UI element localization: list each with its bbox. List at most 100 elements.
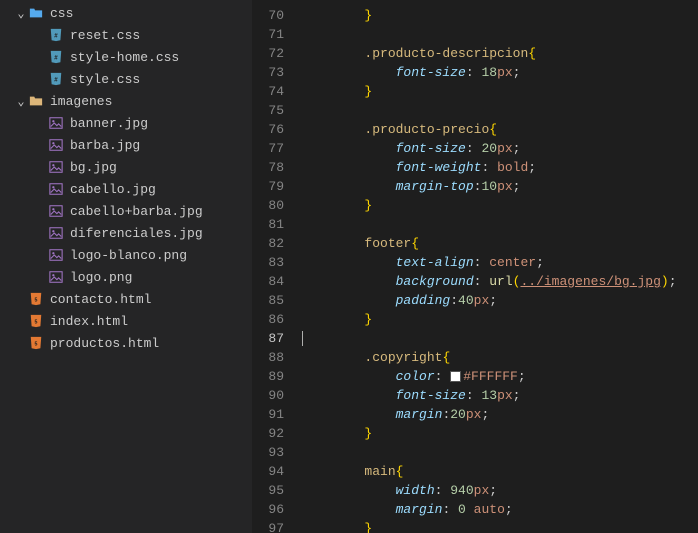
html-file-icon: 5: [28, 335, 44, 351]
file-index.html[interactable]: 5 index.html: [0, 310, 252, 332]
chevron-down-icon: ⌄: [14, 94, 28, 109]
file-style.css[interactable]: # style.css: [0, 68, 252, 90]
folder-icon: [28, 5, 44, 21]
code-line[interactable]: .copyright{: [302, 348, 698, 367]
code-line[interactable]: }: [302, 424, 698, 443]
line-number: 97: [252, 519, 284, 533]
code-line[interactable]: [302, 329, 698, 348]
line-number: 85: [252, 291, 284, 310]
line-number: 79: [252, 177, 284, 196]
tree-item-label: productos.html: [50, 336, 159, 351]
html-file-icon: 5: [28, 313, 44, 329]
line-number: 72: [252, 44, 284, 63]
line-number: 95: [252, 481, 284, 500]
line-number: 75: [252, 101, 284, 120]
css-file-icon: #: [48, 49, 64, 65]
tree-item-label: logo-blanco.png: [70, 248, 187, 263]
img-file-icon: [48, 203, 64, 219]
line-number: 89: [252, 367, 284, 386]
line-number: 74: [252, 82, 284, 101]
chevron-down-icon: ⌄: [14, 6, 28, 21]
file-banner.jpg[interactable]: banner.jpg: [0, 112, 252, 134]
img-file-icon: [48, 225, 64, 241]
code-line[interactable]: }: [302, 196, 698, 215]
code-line[interactable]: [302, 215, 698, 234]
line-number: 71: [252, 25, 284, 44]
code-line[interactable]: font-size: 13px;: [302, 386, 698, 405]
code-line[interactable]: font-weight: bold;: [302, 158, 698, 177]
line-number: 78: [252, 158, 284, 177]
line-number: 91: [252, 405, 284, 424]
code-line[interactable]: margin: 0 auto;: [302, 500, 698, 519]
line-number: 77: [252, 139, 284, 158]
code-line[interactable]: .producto-descripcion{: [302, 44, 698, 63]
file-productos.html[interactable]: 5 productos.html: [0, 332, 252, 354]
code-line[interactable]: main{: [302, 462, 698, 481]
code-line[interactable]: margin-top:10px;: [302, 177, 698, 196]
folder-css[interactable]: ⌄ css: [0, 2, 252, 24]
html-file-icon: 5: [28, 291, 44, 307]
file-cabello.jpg[interactable]: cabello.jpg: [0, 178, 252, 200]
svg-text:#: #: [54, 77, 58, 84]
tree-item-label: style.css: [70, 72, 140, 87]
code-line[interactable]: [302, 101, 698, 120]
file-logo-blanco.png[interactable]: logo-blanco.png: [0, 244, 252, 266]
tree-item-label: contacto.html: [50, 292, 151, 307]
img-file-icon: [48, 247, 64, 263]
code-line[interactable]: }: [302, 519, 698, 533]
tree-item-label: cabello.jpg: [70, 182, 156, 197]
tree-item-label: bg.jpg: [70, 160, 117, 175]
file-barba.jpg[interactable]: barba.jpg: [0, 134, 252, 156]
file-explorer[interactable]: ⌄ css # reset.css # style-home.css # style.css ⌄…: [0, 0, 252, 533]
color-swatch[interactable]: [450, 371, 461, 382]
img-file-icon: [48, 181, 64, 197]
code-line[interactable]: font-size: 20px;: [302, 139, 698, 158]
code-line[interactable]: }: [302, 310, 698, 329]
code-line[interactable]: }: [302, 82, 698, 101]
line-number: 83: [252, 253, 284, 272]
tree-item-label: logo.png: [70, 270, 132, 285]
file-contacto.html[interactable]: 5 contacto.html: [0, 288, 252, 310]
code-line[interactable]: footer{: [302, 234, 698, 253]
code-line[interactable]: text-align: center;: [302, 253, 698, 272]
file-diferenciales.jpg[interactable]: diferenciales.jpg: [0, 222, 252, 244]
code-line[interactable]: }: [302, 6, 698, 25]
line-number: 90: [252, 386, 284, 405]
img-file-icon: [48, 115, 64, 131]
line-gutter: 7071727374757677787980818283848586878889…: [252, 4, 302, 533]
tree-item-label: diferenciales.jpg: [70, 226, 203, 241]
line-number: 84: [252, 272, 284, 291]
code-area[interactable]: 7071727374757677787980818283848586878889…: [252, 4, 698, 533]
folder-imagenes[interactable]: ⌄imagenes: [0, 90, 252, 112]
file-style-home.css[interactable]: # style-home.css: [0, 46, 252, 68]
css-file-icon: #: [48, 71, 64, 87]
line-number: 70: [252, 6, 284, 25]
code-line[interactable]: .producto-precio{: [302, 120, 698, 139]
file-bg.jpg[interactable]: bg.jpg: [0, 156, 252, 178]
tree-item-label: barba.jpg: [70, 138, 140, 153]
img-file-icon: [48, 269, 64, 285]
code-line[interactable]: [302, 443, 698, 462]
code-line[interactable]: margin:20px;: [302, 405, 698, 424]
code-line[interactable]: color: #FFFFFF;: [302, 367, 698, 386]
svg-text:5: 5: [35, 342, 38, 348]
tree-item-label: cabello+barba.jpg: [70, 204, 203, 219]
file-logo.png[interactable]: logo.png: [0, 266, 252, 288]
tree-item-label: reset.css: [70, 28, 140, 43]
file-reset.css[interactable]: # reset.css: [0, 24, 252, 46]
code-line[interactable]: width: 940px;: [302, 481, 698, 500]
file-cabello+barba.jpg[interactable]: cabello+barba.jpg: [0, 200, 252, 222]
tree-item-label: index.html: [50, 314, 128, 329]
code-line[interactable]: [302, 25, 698, 44]
svg-text:5: 5: [35, 298, 38, 304]
tree-item-label: css: [50, 6, 73, 21]
img-file-icon: [48, 137, 64, 153]
tree-item-label: style-home.css: [70, 50, 179, 65]
code-line[interactable]: font-size: 18px;: [302, 63, 698, 82]
line-number: 93: [252, 443, 284, 462]
code-line[interactable]: background: url(../imagenes/bg.jpg);: [302, 272, 698, 291]
code-line[interactable]: padding:40px;: [302, 291, 698, 310]
svg-text:#: #: [54, 33, 58, 40]
tree-item-label: banner.jpg: [70, 116, 148, 131]
code-content[interactable]: } .producto-descripcion{ font-size: 18px…: [302, 4, 698, 533]
